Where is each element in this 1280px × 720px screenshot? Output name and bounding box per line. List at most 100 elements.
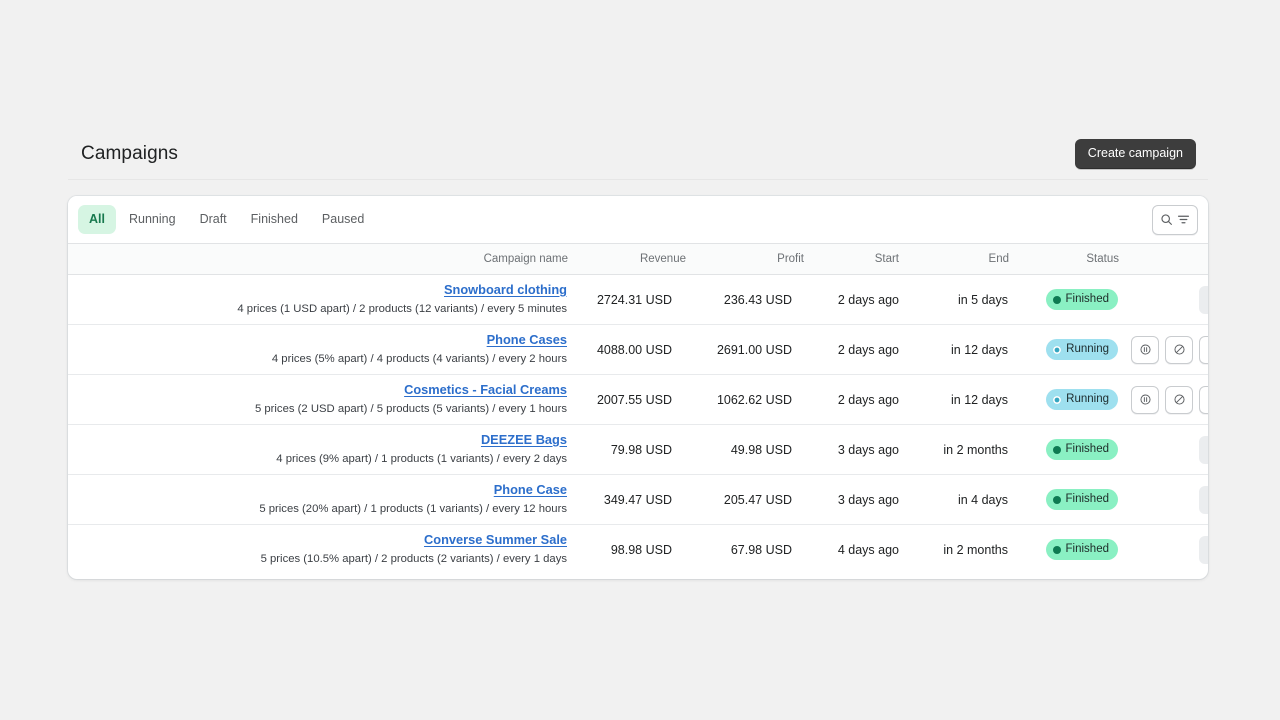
status-badge: Running: [1046, 339, 1118, 360]
status-dot-icon: [1052, 445, 1061, 454]
view-campaign-button: [1199, 485, 1208, 514]
table-row: Cosmetics - Facial Creams 5 prices (2 USD…: [68, 375, 1208, 425]
tab-all[interactable]: All: [78, 205, 116, 234]
status-dot-icon: [1052, 545, 1061, 554]
status-cell: Finished: [1009, 275, 1119, 325]
profit-cell: 67.98 USD: [730, 542, 792, 557]
row-actions: [1131, 335, 1208, 364]
view-icon: [1207, 443, 1208, 456]
campaign-name-cell: Phone Cases 4 prices (5% apart) / 4 produ…: [68, 325, 568, 375]
view-campaign-button[interactable]: [1199, 385, 1208, 414]
filter-tabs-row: All Running Draft Finished Paused: [68, 196, 1208, 244]
profit-cell: 2691.00 USD: [716, 342, 792, 357]
row-actions: [1199, 535, 1208, 564]
start-cell: 2 days ago: [837, 292, 899, 307]
search-and-filter-button[interactable]: [1152, 204, 1198, 235]
revenue-cell: 2007.55 USD: [596, 392, 672, 407]
column-actions: [1119, 244, 1208, 275]
actions-cell: [1119, 525, 1208, 575]
actions-cell: [1119, 375, 1208, 425]
end-cell: in 5 days: [957, 292, 1008, 307]
stop-campaign-button[interactable]: [1165, 385, 1193, 414]
row-actions: [1131, 385, 1208, 414]
column-campaign-name: Campaign name: [68, 244, 568, 275]
create-campaign-button[interactable]: Create campaign: [1074, 138, 1196, 169]
profit-cell: 236.43 USD: [723, 292, 792, 307]
table-row: DEEZEE Bags 4 prices (9% apart) / 1 produ…: [68, 425, 1208, 475]
pause-icon: [1139, 393, 1152, 406]
campaign-name-cell: DEEZEE Bags 4 prices (9% apart) / 1 produ…: [68, 425, 568, 475]
view-campaign-button[interactable]: [1199, 335, 1208, 364]
campaigns-table: Campaign name Revenue Profit Start End S…: [68, 244, 1208, 575]
table-row: Snowboard clothing 4 prices (1 USD apart)…: [68, 275, 1208, 325]
filter-icon: [1177, 213, 1190, 226]
end-cell: in 2 months: [943, 542, 1008, 557]
start-cell: 3 days ago: [837, 442, 899, 457]
pause-campaign-button[interactable]: [1131, 385, 1159, 414]
status-label: Finished: [1065, 493, 1109, 506]
status-badge: Finished: [1045, 439, 1118, 460]
view-icon: [1207, 393, 1208, 406]
actions-cell: [1119, 275, 1208, 325]
status-dot-icon: [1053, 395, 1062, 404]
campaign-details: 4 prices (1 USD apart) / 2 products (12 …: [237, 302, 567, 315]
page-title: Campaigns: [81, 142, 179, 164]
profit-cell: 1062.62 USD: [716, 392, 792, 407]
status-cell: Finished: [1009, 475, 1119, 525]
campaign-details: 5 prices (2 USD apart) / 5 products (5 v…: [254, 402, 567, 415]
stop-icon: [1173, 393, 1186, 406]
revenue-cell: 4088.00 USD: [596, 342, 672, 357]
campaign-details: 4 prices (5% apart) / 4 products (4 vari…: [271, 352, 567, 365]
start-cell: 3 days ago: [837, 492, 899, 507]
status-badge: Running: [1046, 389, 1118, 410]
actions-cell: [1119, 475, 1208, 525]
campaign-name-cell: Cosmetics - Facial Creams 5 prices (2 USD…: [68, 375, 568, 425]
revenue-cell: 349.47 USD: [603, 492, 672, 507]
status-label: Finished: [1065, 543, 1109, 556]
campaign-name-link[interactable]: DEEZEE Bags: [481, 432, 567, 447]
status-cell: Running: [1009, 375, 1119, 425]
status-badge: Finished: [1045, 489, 1118, 510]
campaign-name-link[interactable]: Cosmetics - Facial Creams: [404, 382, 567, 397]
column-profit: Profit: [686, 244, 804, 275]
start-cell: 2 days ago: [837, 392, 899, 407]
column-status: Status: [1009, 244, 1119, 275]
profit-cell: 205.47 USD: [723, 492, 792, 507]
table-row: Converse Summer Sale 5 prices (10.5% apar…: [68, 525, 1208, 575]
campaign-name-link[interactable]: Phone Cases: [487, 332, 567, 347]
status-cell: Running: [1009, 325, 1119, 375]
campaign-name-cell: Phone Case 5 prices (20% apart) / 1 produ…: [68, 475, 568, 525]
campaign-name-link[interactable]: Phone Case: [494, 482, 567, 497]
end-cell: in 12 days: [951, 392, 1008, 407]
campaign-name-link[interactable]: Snowboard clothing: [444, 282, 567, 297]
column-revenue: Revenue: [568, 244, 686, 275]
tab-paused[interactable]: Paused: [311, 205, 375, 233]
revenue-cell: 2724.31 USD: [596, 292, 672, 307]
status-dot-icon: [1053, 345, 1062, 354]
stop-campaign-button[interactable]: [1165, 335, 1193, 364]
table-header-row: Campaign name Revenue Profit Start End S…: [68, 244, 1208, 275]
end-cell: in 4 days: [957, 492, 1008, 507]
status-badge: Finished: [1045, 539, 1118, 561]
view-campaign-button: [1199, 435, 1208, 464]
status-cell: Finished: [1009, 425, 1119, 475]
status-label: Running: [1066, 393, 1109, 406]
campaign-name-link[interactable]: Converse Summer Sale: [424, 532, 567, 547]
campaign-details: 4 prices (9% apart) / 1 products (1 vari…: [276, 452, 567, 465]
table-row: Phone Cases 4 prices (5% apart) / 4 produ…: [68, 325, 1208, 375]
view-icon: [1207, 493, 1208, 506]
actions-cell: [1119, 425, 1208, 475]
tab-draft[interactable]: Draft: [189, 205, 238, 233]
profit-cell: 49.98 USD: [730, 442, 792, 457]
search-icon: [1160, 213, 1173, 226]
tab-finished[interactable]: Finished: [240, 205, 309, 233]
end-cell: in 2 months: [943, 442, 1008, 457]
campaigns-page: Campaigns Create campaign All Running Dr…: [0, 0, 1280, 720]
row-actions: [1199, 285, 1208, 314]
status-label: Finished: [1065, 293, 1109, 306]
view-campaign-button: [1199, 535, 1208, 564]
row-actions: [1199, 485, 1208, 514]
view-icon: [1207, 343, 1208, 356]
tab-running[interactable]: Running: [118, 205, 187, 233]
pause-campaign-button[interactable]: [1131, 335, 1159, 364]
